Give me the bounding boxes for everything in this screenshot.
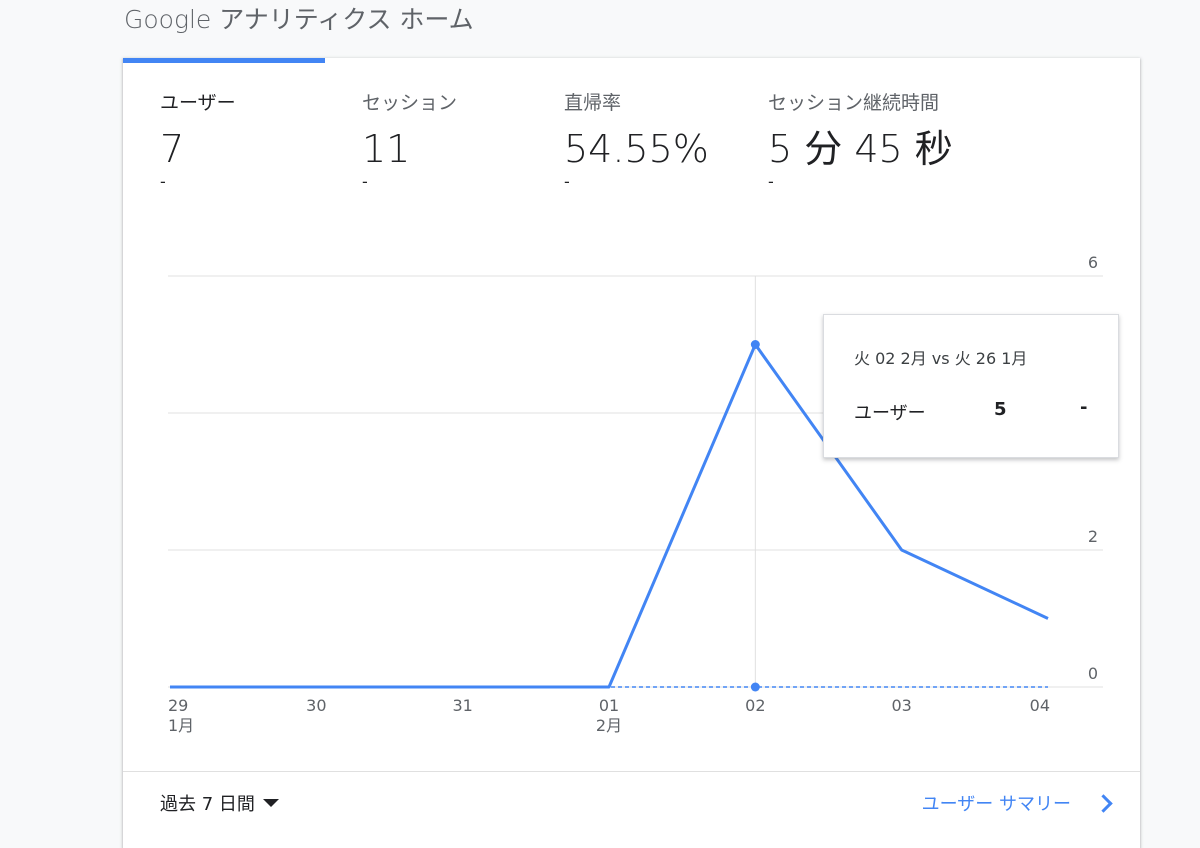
tooltip-metric-value: 5 [994,399,1007,420]
user-summary-link[interactable]: ユーザー サマリー [921,790,1113,816]
date-range-label: 過去 7 日間 [160,794,255,815]
chevron-right-icon [1094,793,1113,813]
x-tick-label: 04 [1030,696,1050,715]
y-tick-label: 2 [1088,527,1098,546]
x-tick-label: 31 [452,696,472,715]
tooltip-metric-label: ユーザー [854,403,926,424]
caret-down-icon [262,799,279,807]
x-tick-label: 03 [891,696,911,715]
highlight-point [750,340,760,349]
x-tick-label: 29 [168,696,188,715]
page-title: Google アナリティクス ホーム [124,5,474,34]
date-range-dropdown[interactable]: 過去 7 日間 [160,790,279,816]
overview-card: ユーザー 7 - セッション 11 - 直帰率 54.55% - セッション継続… [123,58,1140,848]
x-tick-label: 02 [745,696,765,715]
chart-tooltip: 火 02 2月 vs 火 26 1月 ユーザー 5 - [823,314,1119,458]
x-tick-label: 2月 [596,716,622,735]
x-tick-label: 30 [306,696,326,715]
x-tick-label: 01 [599,696,619,715]
tooltip-title: 火 02 2月 vs 火 26 1月 [854,349,1028,368]
x-tick-label: 1月 [168,716,194,735]
highlight-point [750,682,760,692]
footer-divider [123,771,1140,772]
tooltip-metric-change: - [1080,397,1088,418]
y-tick-label: 0 [1088,664,1098,683]
user-summary-label: ユーザー サマリー [921,794,1071,815]
y-tick-label: 6 [1088,253,1098,272]
